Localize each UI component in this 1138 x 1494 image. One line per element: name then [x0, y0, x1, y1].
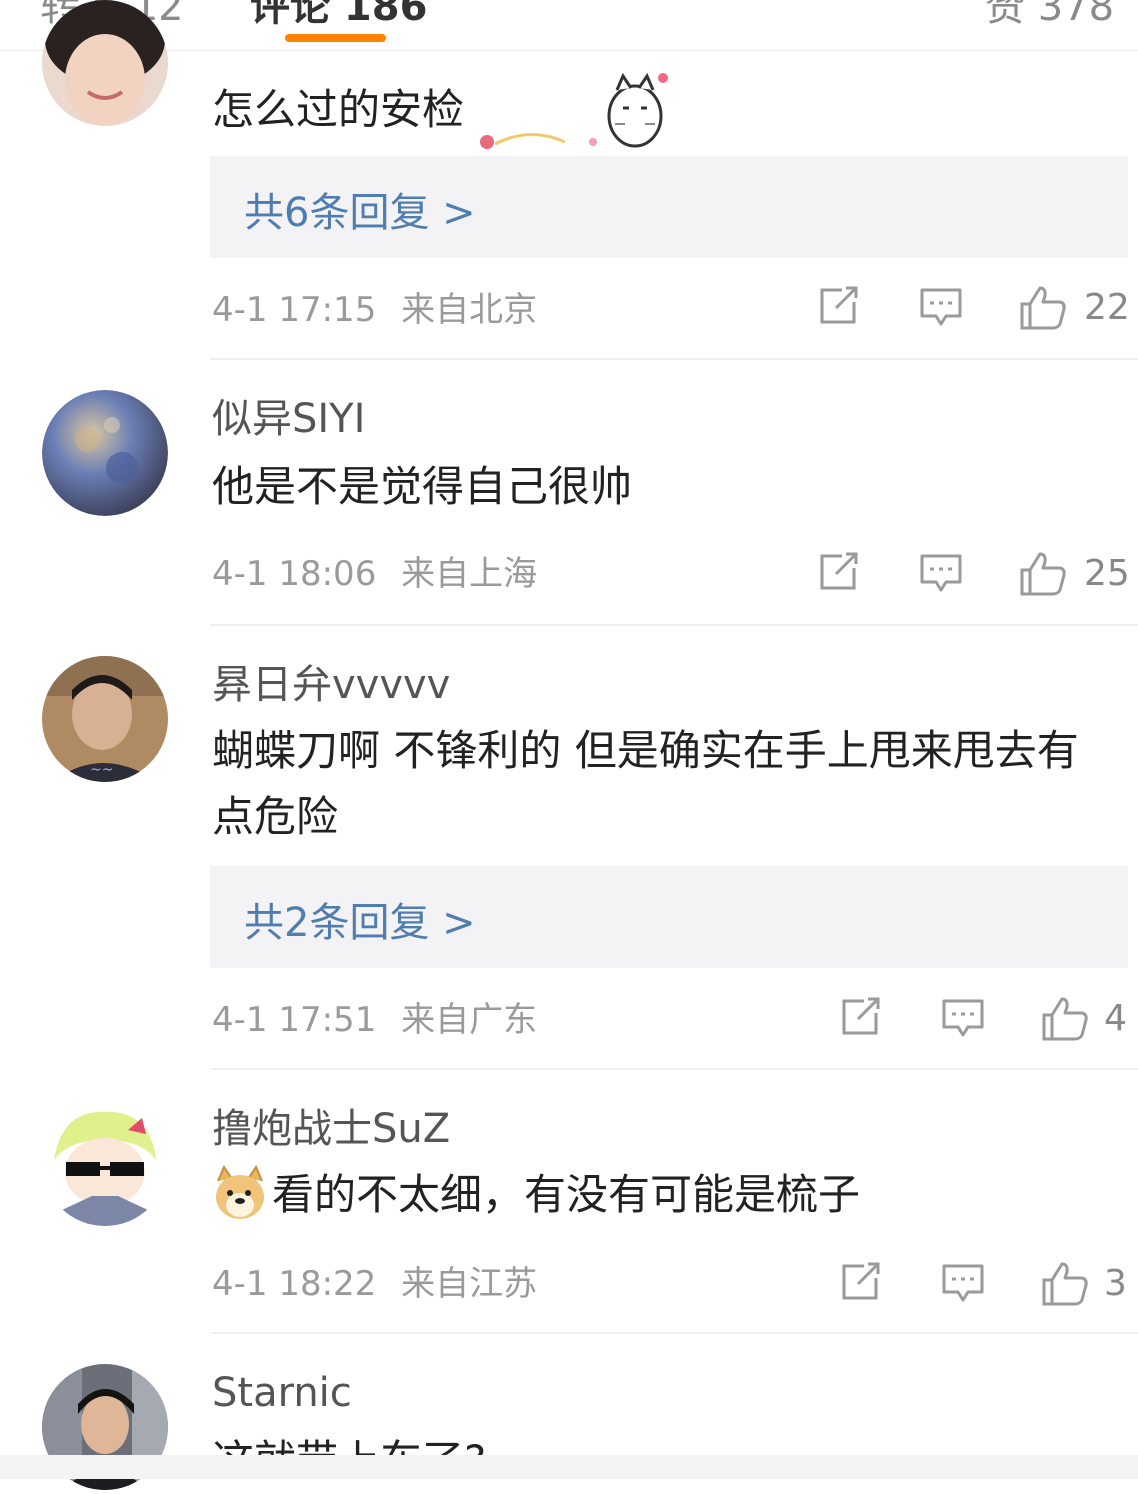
share-icon[interactable] — [838, 1260, 884, 1304]
tab-likes[interactable]: 赞 378 — [985, 0, 1114, 32]
share-icon[interactable] — [838, 995, 884, 1039]
comment-location: 来自广东 — [401, 1000, 538, 1040]
avatar[interactable]: ~~ — [42, 656, 168, 782]
thumbs-up-icon[interactable] — [1018, 284, 1068, 332]
comment-icon[interactable] — [940, 995, 986, 1039]
replies-label: 共6条回复 > — [244, 190, 476, 236]
like-count: 3 — [1104, 1263, 1127, 1304]
comment-actions: 4 — [838, 995, 1138, 1045]
svg-text:~~: ~~ — [90, 762, 113, 778]
comment-icon[interactable] — [940, 1260, 986, 1304]
comment-actions: 25 — [816, 550, 1136, 600]
divider — [210, 1068, 1138, 1070]
tab-bar: 转发 12 评论 186 赞 378 — [0, 0, 1138, 51]
avatar[interactable] — [42, 1100, 168, 1226]
comment-location: 来自江苏 — [401, 1264, 538, 1304]
comment-meta: 4-1 18:06 来自上海 — [212, 552, 537, 596]
thumbs-up-icon[interactable] — [1040, 1260, 1090, 1308]
divider — [210, 358, 1138, 360]
comment-icon[interactable] — [918, 284, 964, 328]
divider — [210, 624, 1138, 626]
avatar[interactable] — [42, 390, 168, 516]
doge-emoji-icon — [216, 1164, 264, 1219]
comment-icon[interactable] — [918, 550, 964, 594]
comment-username[interactable]: Starnic — [212, 1368, 352, 1418]
comment-time: 4-1 18:06 — [212, 554, 377, 594]
comment-time: 4-1 18:22 — [212, 1264, 377, 1304]
replies-link[interactable]: 共6条回复 > — [210, 156, 1128, 258]
like-count: 4 — [1104, 998, 1127, 1039]
comment-meta: 4-1 18:22 来自江苏 — [212, 1262, 537, 1306]
comment-time: 4-1 17:15 — [212, 290, 377, 330]
thumbs-up-icon[interactable] — [1018, 550, 1068, 598]
comment-time: 4-1 17:51 — [212, 1000, 377, 1040]
comment-meta: 4-1 17:51 来自广东 — [212, 998, 537, 1042]
active-tab-indicator — [285, 34, 386, 42]
comment-username[interactable]: 似异SIYI — [212, 394, 365, 444]
comment-text: 蝴蝶刀啊 不锋利的 但是确实在手上甩来甩去有点危险 — [212, 726, 1079, 841]
divider — [210, 1332, 1138, 1334]
comment-actions: 3 — [838, 1260, 1138, 1310]
avatar[interactable] — [42, 0, 168, 126]
like-count: 25 — [1084, 553, 1130, 594]
like-count: 22 — [1084, 287, 1130, 328]
tab-comments[interactable]: 评论 186 — [250, 0, 427, 32]
comment-location: 来自上海 — [401, 554, 538, 594]
bottom-edge — [0, 1455, 1138, 1479]
comment-text: 他是不是觉得自己很帅 — [212, 462, 633, 511]
comment-actions: 22 — [816, 284, 1136, 334]
comment-location: 来自北京 — [401, 290, 538, 330]
replies-label: 共2条回复 > — [244, 900, 476, 946]
comment-username[interactable]: 撸炮战士SuZ — [212, 1104, 450, 1154]
comment-text: 看的不太细，有没有可能是梳子 — [212, 1162, 1112, 1228]
thumbs-up-icon[interactable] — [1040, 995, 1090, 1043]
share-icon[interactable] — [816, 550, 862, 594]
comment-text: 怎么过的安检 — [212, 64, 1112, 154]
cat-sticker-icon — [480, 72, 669, 149]
comment-meta: 4-1 17:15 来自北京 — [212, 288, 537, 332]
share-icon[interactable] — [816, 284, 862, 328]
comment-username[interactable]: 昪日弁vvvvv — [212, 660, 450, 710]
replies-link[interactable]: 共2条回复 > — [210, 866, 1128, 968]
